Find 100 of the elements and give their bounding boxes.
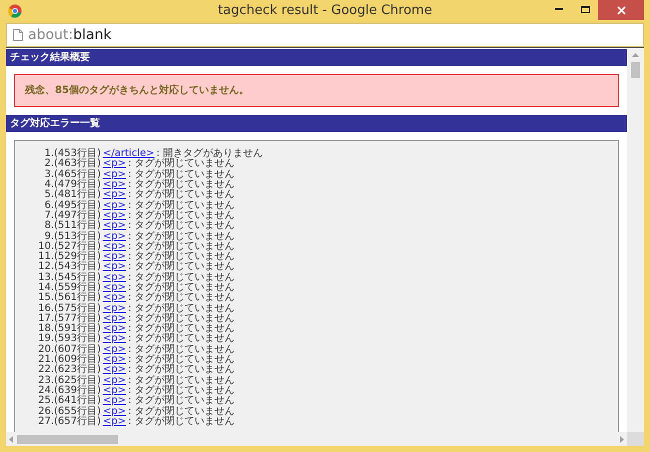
- line-number: (561行目): [54, 293, 101, 304]
- scrollbar-thumb[interactable]: [17, 434, 118, 444]
- tag-link[interactable]: <p>: [102, 221, 126, 232]
- tag-link[interactable]: <p>: [102, 396, 126, 406]
- tag-link[interactable]: <p>: [102, 355, 126, 366]
- error-message: : タグが閉じていません: [128, 344, 235, 355]
- error-message: : タグが閉じていません: [128, 324, 235, 334]
- tag-link[interactable]: <p>: [102, 262, 126, 272]
- row-number: 21.: [37, 355, 54, 366]
- vertical-scrollbar[interactable]: [627, 48, 644, 432]
- row-number: 12.: [37, 262, 54, 272]
- tag-link[interactable]: <p>: [102, 170, 126, 180]
- tag-link[interactable]: <p>: [102, 344, 126, 355]
- row-number: 6.: [43, 200, 54, 211]
- line-number: (607行目): [54, 344, 101, 355]
- line-number: (657行目): [54, 416, 101, 427]
- error-message: : タグが閉じていません: [128, 200, 235, 211]
- horizontal-scrollbar[interactable]: [6, 432, 627, 446]
- error-message: : タグが閉じていません: [128, 232, 235, 242]
- error-message: : タグが閉じていません: [128, 252, 235, 262]
- tag-link[interactable]: <p>: [102, 200, 126, 211]
- scrollbar-thumb[interactable]: [631, 62, 640, 78]
- tag-link[interactable]: <p>: [102, 210, 126, 221]
- section-heading: チェック結果概要: [6, 49, 627, 66]
- error-message: : タグが閉じていません: [128, 334, 235, 344]
- tag-link[interactable]: <p>: [102, 293, 126, 304]
- line-number: (655行目): [54, 406, 101, 417]
- tag-link[interactable]: <p>: [102, 190, 126, 200]
- row-number: 15.: [37, 293, 54, 304]
- tag-link[interactable]: <p>: [102, 314, 126, 324]
- error-message: : タグが閉じていません: [128, 314, 235, 324]
- tag-link[interactable]: <p>: [102, 252, 126, 262]
- row-number: 2.: [43, 159, 54, 170]
- tag-link[interactable]: <p>: [102, 272, 126, 283]
- scroll-right-icon[interactable]: [620, 436, 624, 442]
- line-number: (543行目): [54, 262, 101, 272]
- tag-link[interactable]: <p>: [102, 180, 126, 190]
- row-number: 17.: [37, 314, 54, 324]
- row-number: 16.: [37, 304, 54, 314]
- line-number: (513行目): [54, 232, 101, 242]
- tag-link[interactable]: <p>: [102, 386, 126, 396]
- scrollbar-corner: [627, 432, 644, 446]
- error-message: : タグが閉じていません: [128, 210, 235, 221]
- row-number: 19.: [37, 334, 54, 344]
- line-number: (609行目): [54, 355, 101, 366]
- close-button[interactable]: [598, 0, 644, 20]
- line-number: (575行目): [54, 304, 101, 314]
- row-number: 1.: [43, 149, 54, 160]
- tag-link[interactable]: <p>: [102, 232, 126, 242]
- line-number: (479行目): [54, 180, 101, 190]
- error-message: : タグが閉じていません: [128, 396, 235, 406]
- row-number: 14.: [37, 283, 54, 293]
- scroll-up-icon[interactable]: [632, 53, 639, 57]
- address-bar[interactable]: about:blank: [6, 23, 644, 47]
- line-number: (545行目): [54, 272, 101, 283]
- line-number: (639行目): [54, 386, 101, 396]
- section-heading: タグ対応エラー一覧: [6, 115, 627, 132]
- tag-link[interactable]: <p>: [102, 416, 126, 427]
- error-message: : タグが閉じていません: [128, 355, 235, 366]
- row-number: 9.: [44, 232, 54, 242]
- tag-link[interactable]: <p>: [102, 406, 126, 417]
- row-number: 10.: [37, 242, 54, 252]
- tag-link[interactable]: <p>: [102, 334, 126, 344]
- row-number: 3.: [43, 170, 54, 180]
- tag-link[interactable]: </article>: [102, 149, 154, 160]
- row-number: 11.: [37, 252, 54, 262]
- line-number: (481行目): [54, 190, 101, 200]
- page-icon: [13, 29, 23, 41]
- scroll-left-icon[interactable]: [9, 436, 13, 442]
- row-number: 13.: [37, 272, 54, 283]
- line-number: (453行目): [54, 149, 101, 160]
- line-number: (623行目): [54, 365, 101, 376]
- tag-link[interactable]: <p>: [102, 376, 126, 386]
- line-number: (577行目): [54, 314, 101, 324]
- row-number: 4.: [43, 180, 54, 190]
- error-message: : タグが閉じていません: [128, 416, 235, 427]
- row-number: 7.: [43, 210, 54, 221]
- row-number: 8.: [43, 221, 54, 232]
- close-icon: [616, 6, 626, 14]
- tag-link[interactable]: <p>: [102, 159, 126, 170]
- tag-link[interactable]: <p>: [102, 283, 126, 293]
- tag-link[interactable]: <p>: [102, 324, 126, 334]
- row-number: 26.: [37, 406, 54, 417]
- line-number: (529行目): [54, 252, 101, 262]
- line-number: (593行目): [54, 334, 101, 344]
- tag-link[interactable]: <p>: [102, 365, 126, 376]
- window-title: tagcheck result - Google Chrome: [218, 2, 432, 20]
- url-scheme: about:: [28, 26, 74, 42]
- error-message: : タグが閉じていません: [128, 293, 235, 304]
- line-number: (465行目): [54, 170, 101, 180]
- line-number: (527行目): [54, 242, 101, 252]
- line-number: (591行目): [54, 324, 101, 334]
- error-message: : タグが閉じていません: [128, 190, 235, 200]
- tag-link[interactable]: <p>: [102, 304, 126, 314]
- error-message: : 開きタグがありません: [156, 149, 263, 160]
- error-message: : タグが閉じていません: [128, 272, 235, 283]
- tag-link[interactable]: <p>: [102, 242, 126, 252]
- error-message: : タグが閉じていません: [128, 283, 235, 293]
- error-message: : タグが閉じていません: [128, 180, 235, 190]
- row-number: 25.: [37, 396, 54, 406]
